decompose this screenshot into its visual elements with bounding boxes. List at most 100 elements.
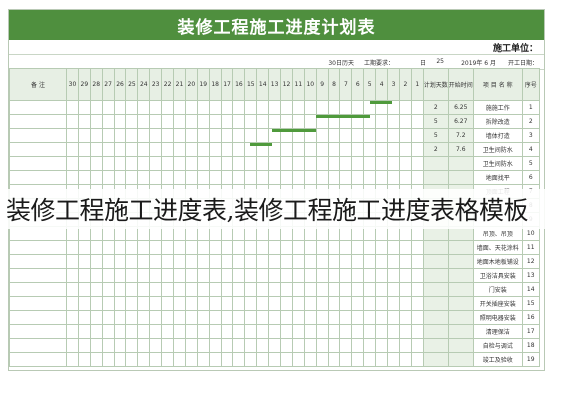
plan-days-cell: 5: [422, 114, 449, 129]
day-header: 4: [375, 68, 389, 101]
day-cell: [375, 254, 389, 269]
table-row: 5 6.27 拆除改造 2: [9, 114, 540, 129]
day-cell: [137, 338, 151, 353]
day-cell: [315, 282, 329, 297]
day-cell: [125, 268, 139, 283]
day-cell: [232, 268, 246, 283]
day-cell: [161, 268, 175, 283]
day-cell: [101, 240, 115, 255]
seq-cell: 19: [521, 352, 540, 367]
day-cell: [77, 254, 91, 269]
day-cell: [351, 170, 365, 185]
unit-row: 施工单位：: [9, 40, 544, 54]
project-name-cell: 自检与调试: [472, 338, 523, 353]
day-cell: [244, 338, 258, 353]
day-cell: [208, 156, 222, 171]
day-cell: [339, 142, 353, 157]
day-cell: [291, 352, 305, 367]
day-cell: [137, 240, 151, 255]
day-cell: [303, 170, 317, 185]
day-cell: [327, 254, 341, 269]
day-cell: [173, 296, 186, 311]
remark-header: 备 注: [9, 68, 67, 101]
day-cell: [196, 100, 210, 115]
day-cell: [113, 100, 127, 115]
seq-cell: 11: [521, 240, 540, 255]
day-cell: [208, 100, 222, 115]
day-cell: [339, 338, 353, 353]
day-cell: [220, 128, 234, 143]
day-cell: [113, 240, 127, 255]
day-cell: [327, 156, 341, 171]
day-cell: [398, 240, 412, 255]
plan-days-cell: [422, 170, 449, 185]
day-cell: [398, 254, 412, 269]
day-cell: [220, 282, 234, 297]
day-header: 2: [398, 68, 412, 101]
plan-days-cell: [422, 310, 449, 325]
day-cell: [387, 268, 400, 283]
table-row: 卫生间防水 5: [9, 156, 540, 171]
day-header: 21: [173, 68, 186, 101]
day-cell: [303, 268, 317, 283]
day-cell: [220, 156, 234, 171]
day-cell: [375, 282, 389, 297]
day-cell: [268, 114, 282, 129]
day-cell: [398, 100, 412, 115]
day-header: 28: [89, 68, 103, 101]
day-cell: [232, 296, 246, 311]
day-cell: [387, 282, 400, 297]
table-row: 竣工及验收 19: [9, 352, 540, 367]
start-date-cell: [447, 324, 474, 339]
remark-cell: [9, 282, 67, 297]
day-cell: [113, 268, 127, 283]
day-cell: [398, 128, 412, 143]
day-cell: [220, 114, 234, 129]
schedule-bar: [315, 115, 371, 118]
day-cell: [232, 240, 246, 255]
day-cell: [196, 254, 210, 269]
day-cell: [149, 324, 163, 339]
day-header: 16: [232, 68, 246, 101]
day-cell: [137, 254, 151, 269]
day-cell: [125, 128, 139, 143]
day-header: 6: [351, 68, 365, 101]
day-cell: [101, 114, 115, 129]
sheet-title: 装修工程施工进度计划表: [9, 10, 544, 40]
day-cell: [184, 100, 198, 115]
day-cell: [184, 170, 198, 185]
day-cell: [291, 310, 305, 325]
day-cell: [161, 142, 175, 157]
day-cell: [89, 296, 103, 311]
day-cell: [125, 310, 139, 325]
day-cell: [291, 100, 305, 115]
day-cell: [363, 240, 377, 255]
day-cell: [184, 254, 198, 269]
day-cell: [244, 156, 258, 171]
day-cell: [327, 142, 341, 157]
start-date-cell: 6.27: [447, 114, 474, 129]
table-row: 自检与调试 18: [9, 338, 540, 353]
day-cell: [101, 254, 115, 269]
day-cell: [113, 170, 127, 185]
day-cell: [137, 170, 151, 185]
day-cell: [173, 156, 186, 171]
table-row: 门安装 14: [9, 282, 540, 297]
start-date-cell: [447, 352, 474, 367]
day-cell: [66, 128, 79, 143]
day-cell: [387, 156, 400, 171]
day-cell: [280, 338, 293, 353]
day-cell: [410, 240, 424, 255]
day-cell: [101, 296, 115, 311]
day-cell: [173, 310, 186, 325]
day-cell: [280, 324, 293, 339]
day-cell: [161, 310, 175, 325]
day-cell: [410, 324, 424, 339]
day-cell: [161, 240, 175, 255]
day-cell: [232, 114, 246, 129]
day-cell: [315, 310, 329, 325]
day-cell: [66, 170, 79, 185]
day-cell: [280, 296, 293, 311]
day-cell: [137, 142, 151, 157]
project-name-cell: 墙体打造: [472, 128, 523, 143]
